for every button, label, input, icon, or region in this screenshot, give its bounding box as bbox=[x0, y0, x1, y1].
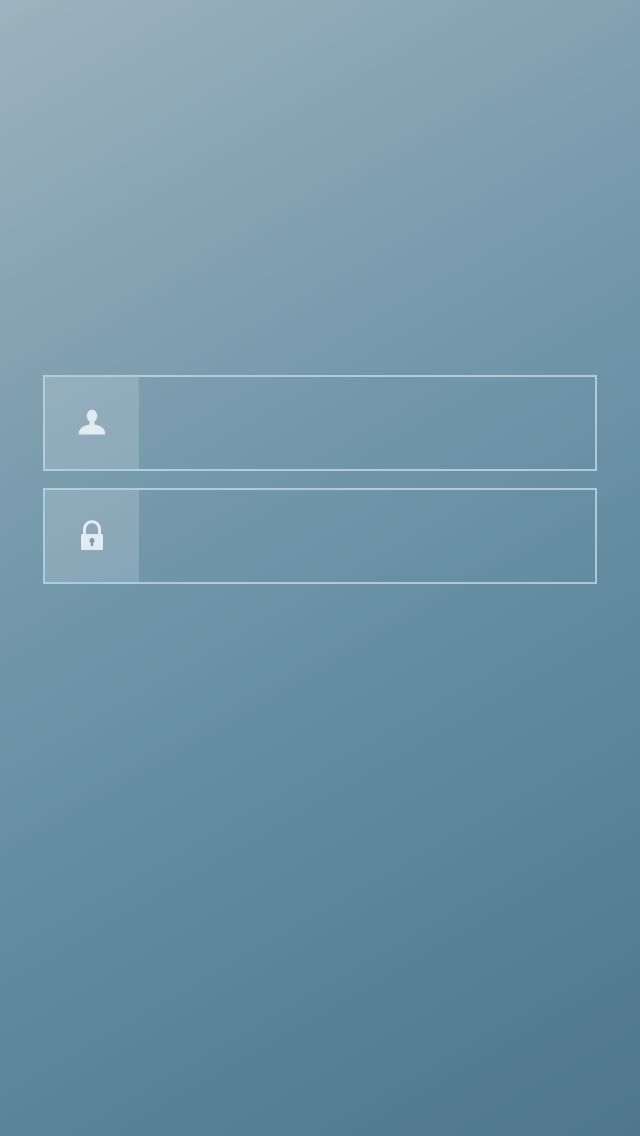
lock-icon bbox=[81, 520, 103, 550]
username-icon-box bbox=[45, 377, 139, 469]
password-field[interactable] bbox=[43, 488, 597, 584]
username-input[interactable] bbox=[139, 377, 595, 469]
login-screen bbox=[0, 0, 640, 1136]
login-form bbox=[43, 375, 597, 584]
username-field[interactable] bbox=[43, 375, 597, 471]
password-icon-box bbox=[45, 490, 139, 582]
password-input[interactable] bbox=[139, 490, 595, 582]
user-icon bbox=[79, 409, 105, 435]
